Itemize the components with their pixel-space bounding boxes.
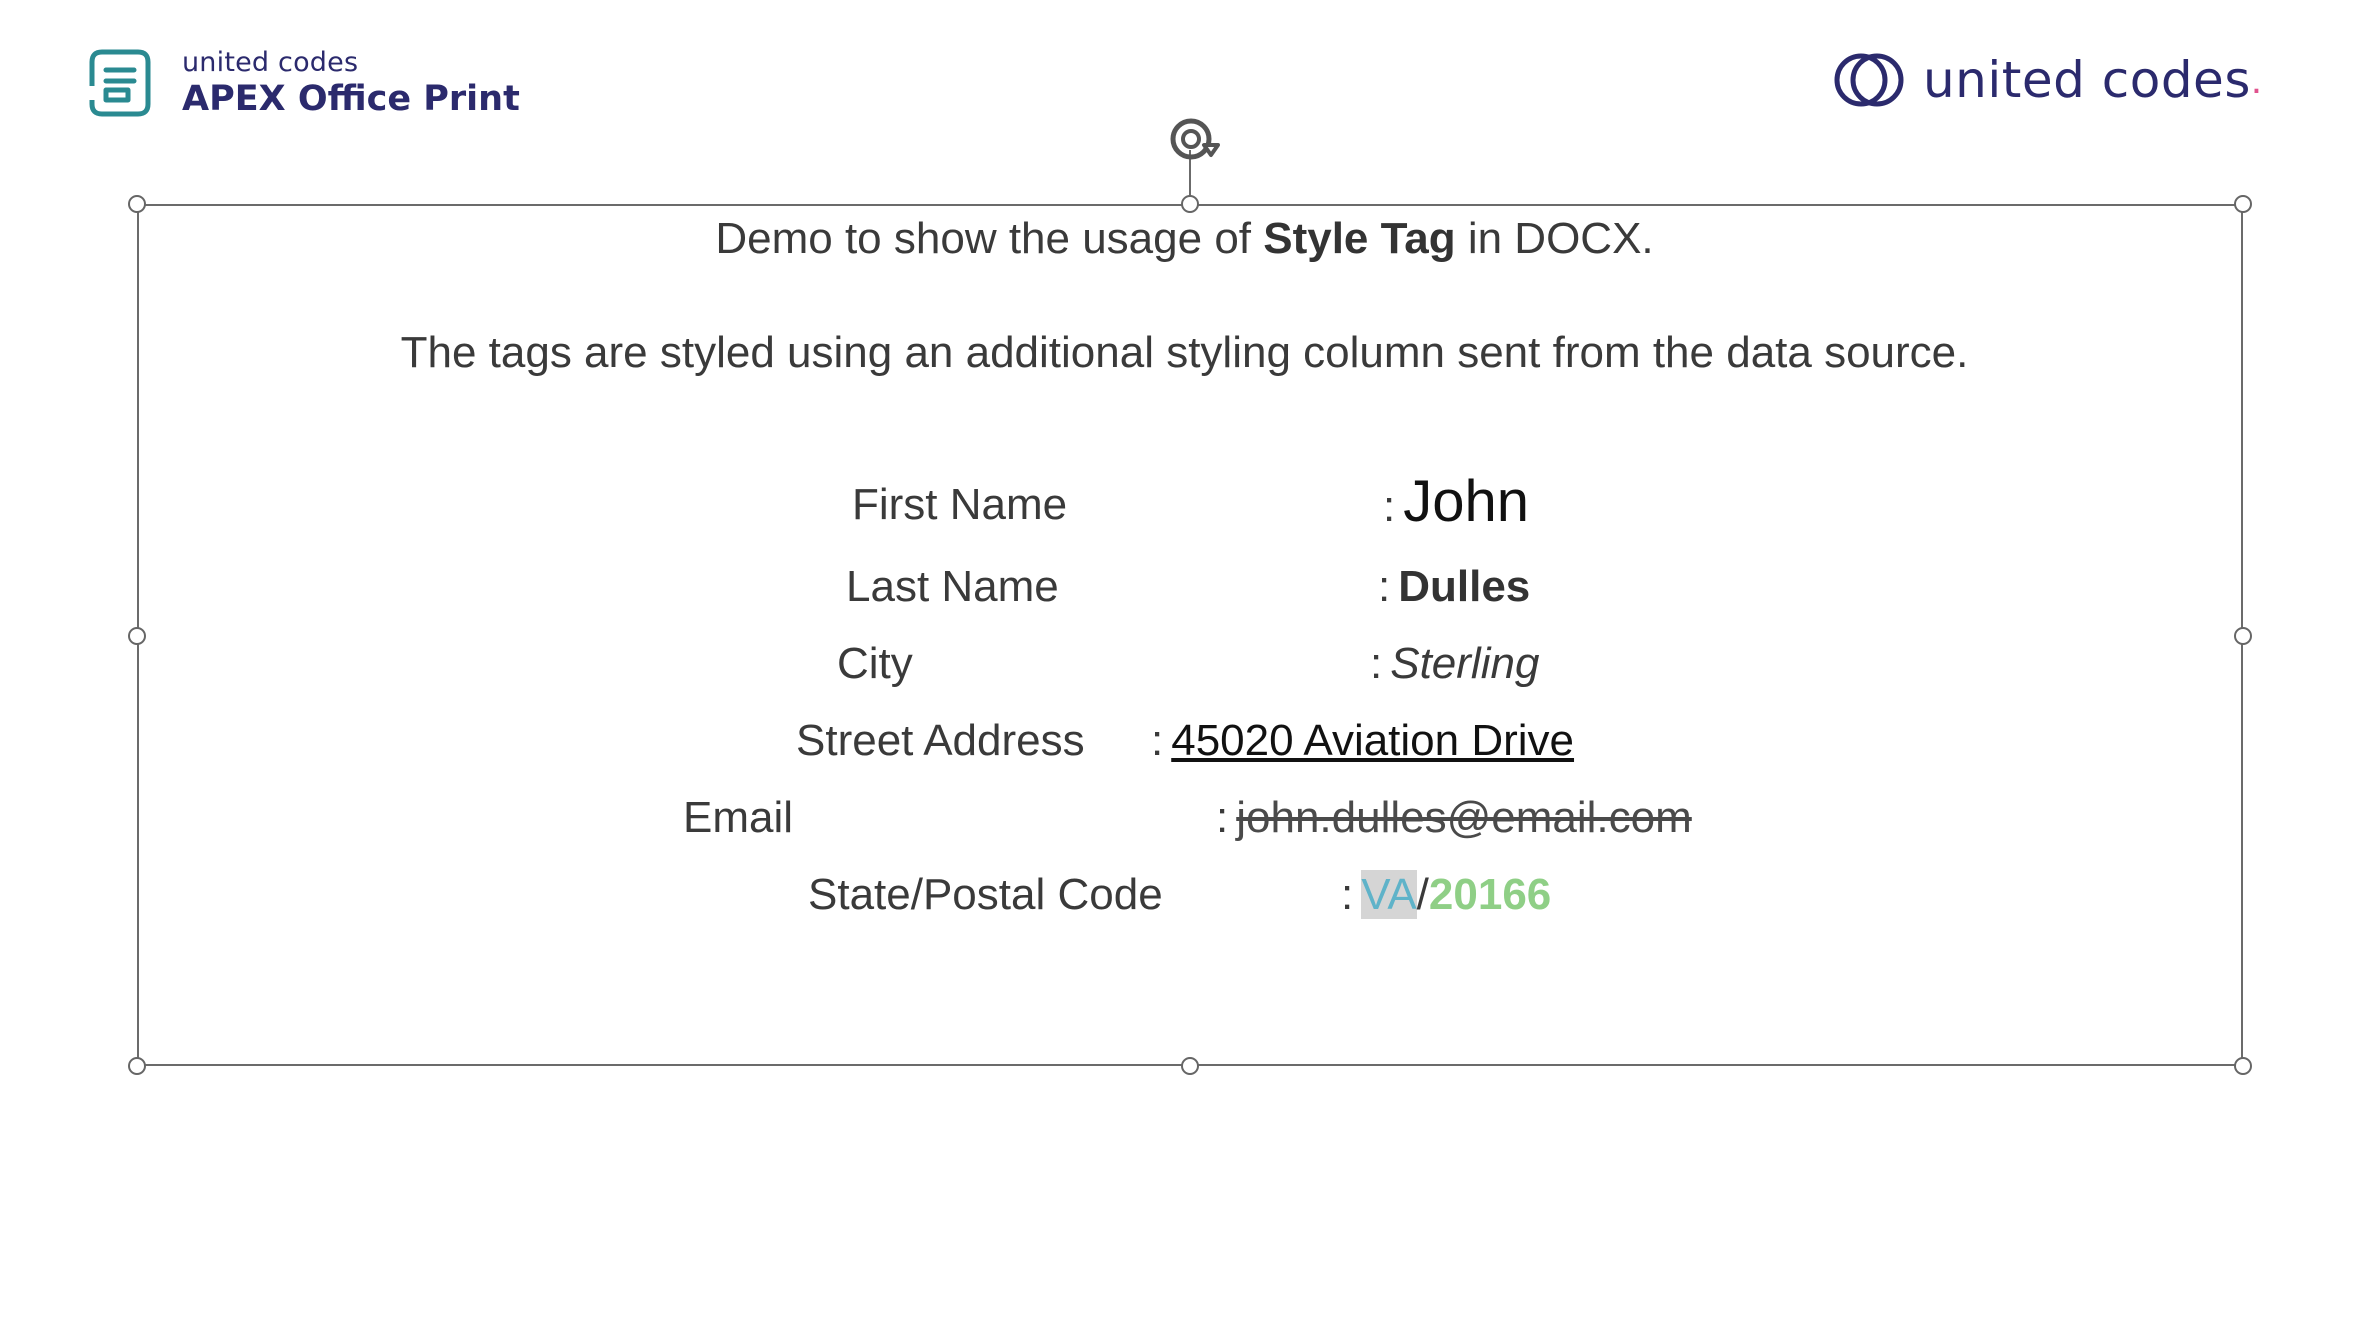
first-name-colon: : (1383, 482, 1396, 531)
first-name-row-value: : John (1383, 468, 1529, 535)
street-address-label: Street Address (796, 716, 1085, 765)
apex-office-print-logo: united codes APEX Office Print (88, 46, 520, 120)
state-postal-colon: : (1341, 870, 1354, 919)
united-codes-logo: united codes. (1833, 50, 2262, 110)
document-subheading: The tags are styled using an additional … (400, 328, 1969, 377)
resize-handle-bottom-center[interactable] (1181, 1057, 1199, 1075)
street-address-row-value: :45020 Aviation Drive (1151, 716, 1574, 766)
document-lines-icon (88, 49, 151, 117)
state-postal-label: State/Postal Code (808, 870, 1163, 919)
document-heading: Demo to show the usage of Style Tag in D… (0, 214, 2369, 264)
resize-handle-top-right[interactable] (2234, 195, 2252, 213)
email-colon: : (1216, 793, 1229, 842)
last-name-colon: : (1378, 562, 1391, 611)
heading-suffix: in DOCX. (1455, 214, 1654, 263)
city-value: Sterling (1390, 639, 1540, 688)
state-postal-separator: / (1416, 870, 1429, 919)
postal-code-value: 20166 (1428, 870, 1552, 919)
state-value: VA (1361, 870, 1417, 919)
email-row-value: : john.dulles@email.com (1216, 793, 1692, 843)
company-name: united codes (182, 47, 359, 78)
city-label: City (837, 639, 913, 688)
resize-handle-bottom-left[interactable] (128, 1057, 146, 1075)
last-name-label: Last Name (846, 562, 1059, 611)
interlocking-rings-icon (1834, 53, 1904, 107)
state-postal-row-value: : VA/20166 (1341, 870, 1551, 920)
product-name: APEX Office Print (182, 79, 520, 119)
city-row-value: : Sterling (1370, 639, 1539, 689)
brand-wordmark: united codes (1922, 51, 2251, 109)
heading-prefix: Demo to show the usage of (715, 214, 1264, 263)
last-name-row-value: : Dulles (1378, 562, 1530, 612)
first-name-value: John (1403, 469, 1530, 534)
email-value: john.dulles@email.com (1236, 793, 1692, 842)
heading-bold-term: Style Tag (1263, 214, 1456, 263)
street-address-colon: : (1151, 716, 1164, 765)
resize-handle-middle-left[interactable] (128, 627, 146, 645)
rotate-handle-icon[interactable] (1168, 115, 1222, 163)
street-address-value: 45020 Aviation Drive (1171, 716, 1575, 765)
email-label: Email (683, 793, 794, 842)
brand-dot: . (2250, 57, 2262, 102)
city-colon: : (1370, 639, 1383, 688)
first-name-label: First Name (852, 480, 1068, 529)
last-name-value: Dulles (1398, 562, 1531, 611)
resize-handle-top-center[interactable] (1181, 195, 1199, 213)
resize-handle-middle-right[interactable] (2234, 627, 2252, 645)
resize-handle-bottom-right[interactable] (2234, 1057, 2252, 1075)
resize-handle-top-left[interactable] (128, 195, 146, 213)
